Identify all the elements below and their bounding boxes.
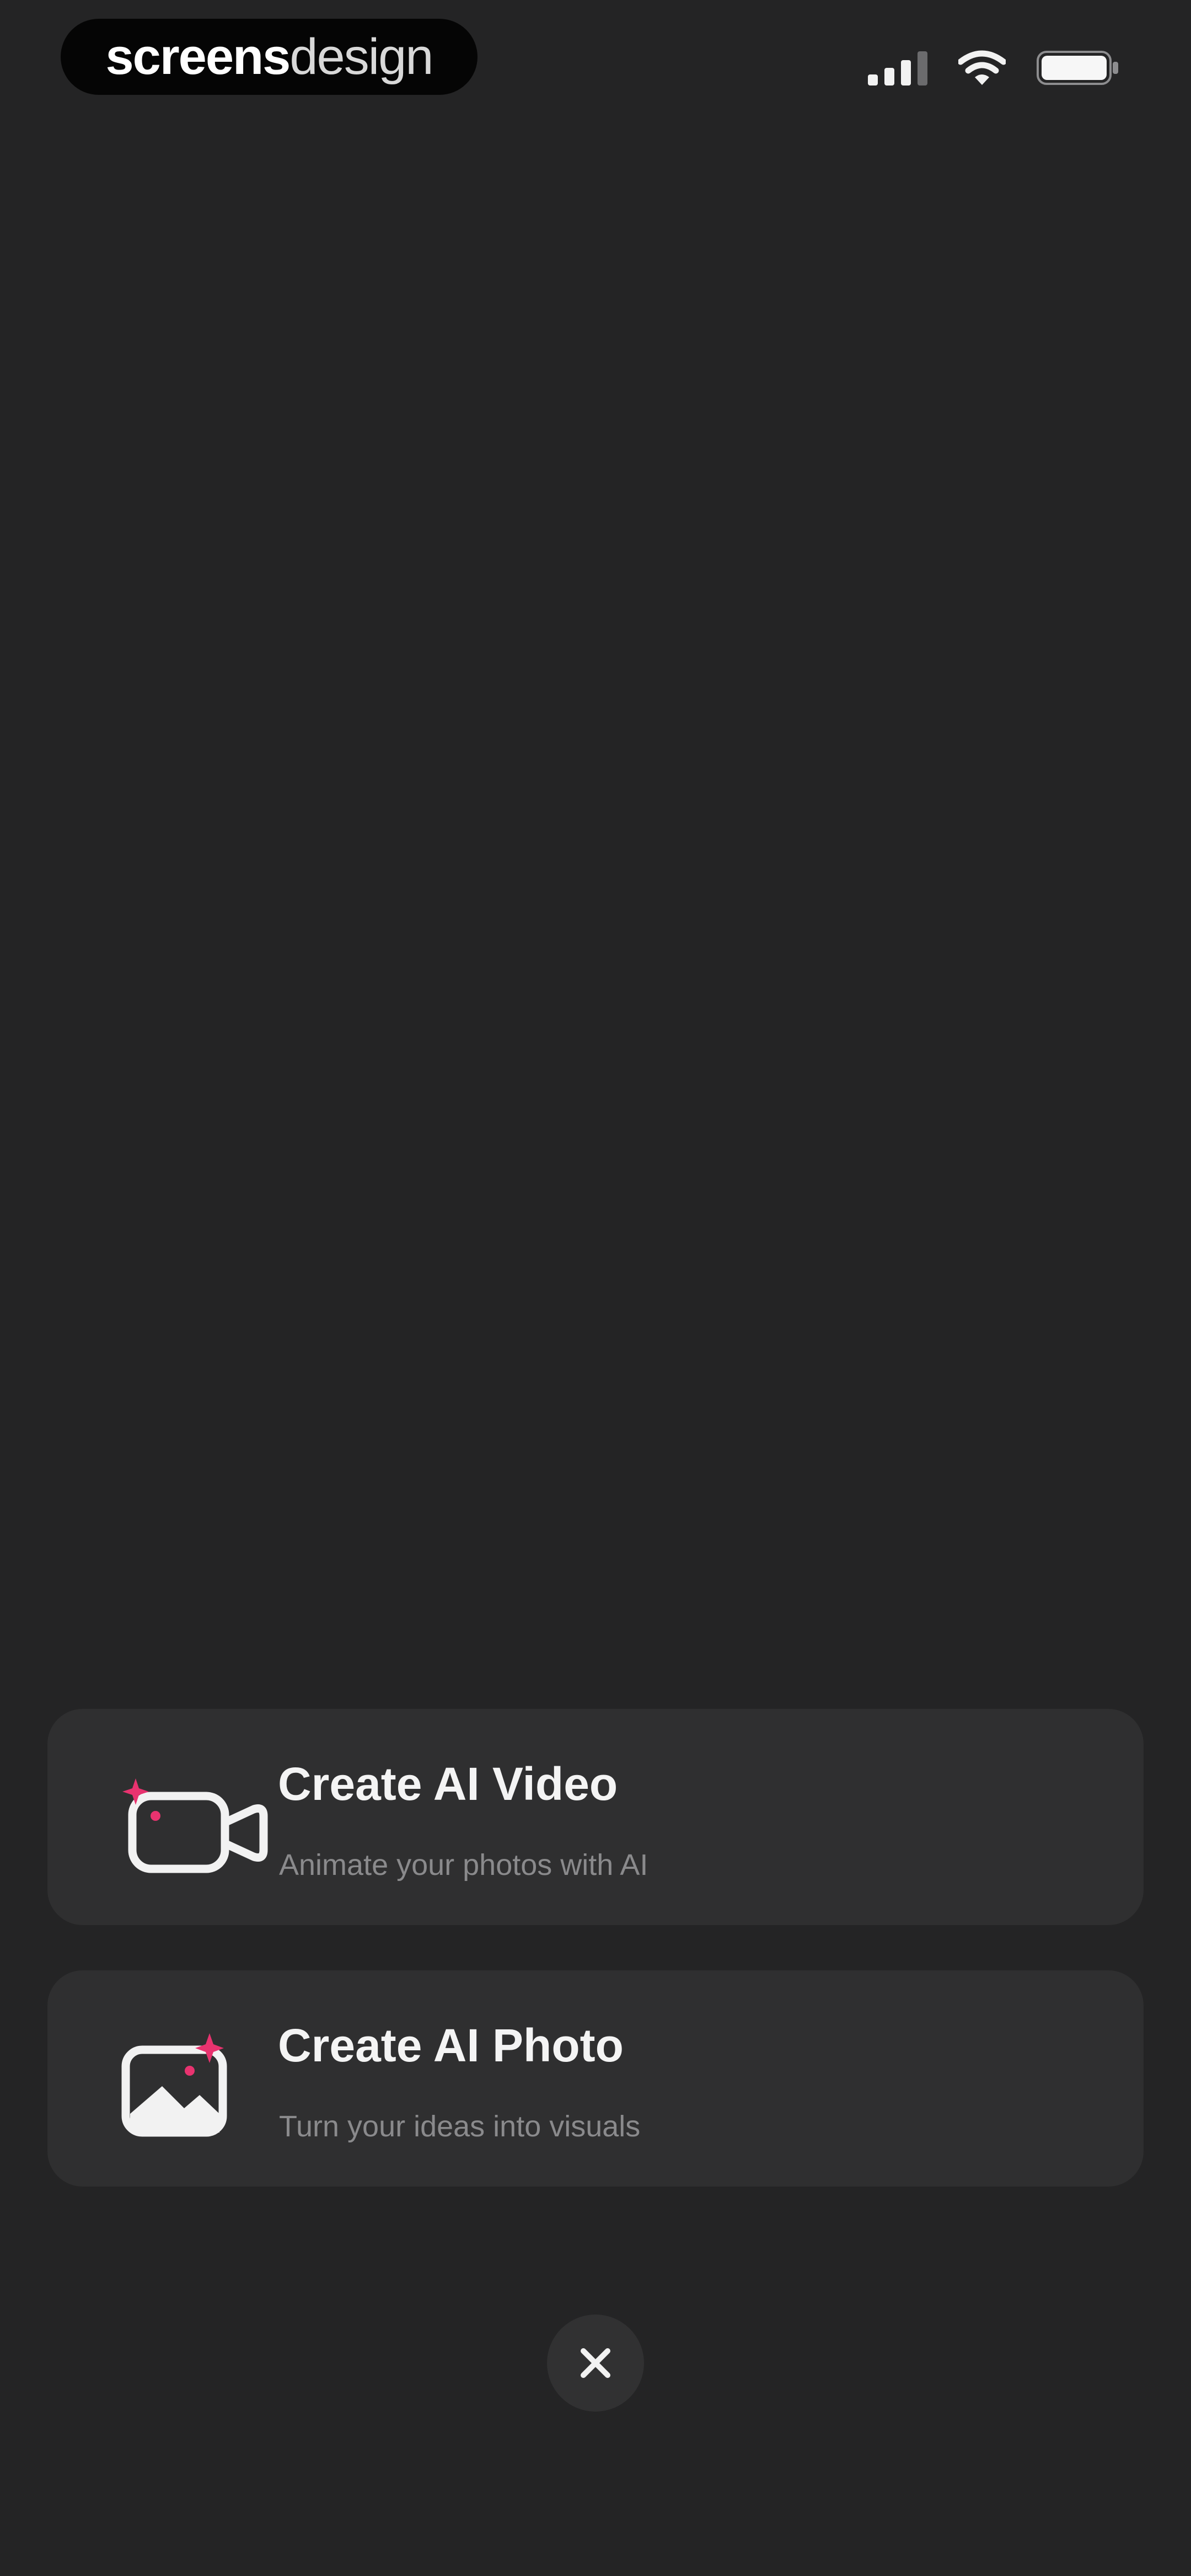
close-icon	[581, 2348, 610, 2378]
create-ai-video-card[interactable]: Create AI Video Animate your photos with…	[47, 1709, 1144, 1925]
create-ai-video-title: Create AI Video	[278, 1758, 618, 1810]
brand-logo-light: design	[289, 28, 433, 85]
close-button[interactable]	[547, 2315, 644, 2412]
create-ai-video-subtitle: Animate your photos with AI	[279, 1848, 648, 1882]
ai-video-camera-icon	[122, 1778, 268, 1873]
brand-logo: screens design	[61, 19, 478, 95]
brand-logo-bold: screens	[105, 28, 291, 85]
ai-photo-image-icon	[121, 2033, 227, 2137]
status-bar: screens design	[0, 0, 1191, 116]
status-icons	[868, 47, 1119, 88]
cellular-signal-icon	[868, 51, 927, 85]
create-ai-photo-card[interactable]: Create AI Photo Turn your ideas into vis…	[47, 1970, 1144, 2187]
create-menu-screen: screens design Create AI Video Animate y…	[0, 0, 1191, 2576]
create-ai-photo-title: Create AI Photo	[278, 2019, 624, 2071]
battery-icon	[1037, 51, 1118, 85]
create-ai-photo-subtitle: Turn your ideas into visuals	[279, 2110, 641, 2143]
wifi-icon	[958, 50, 1006, 85]
